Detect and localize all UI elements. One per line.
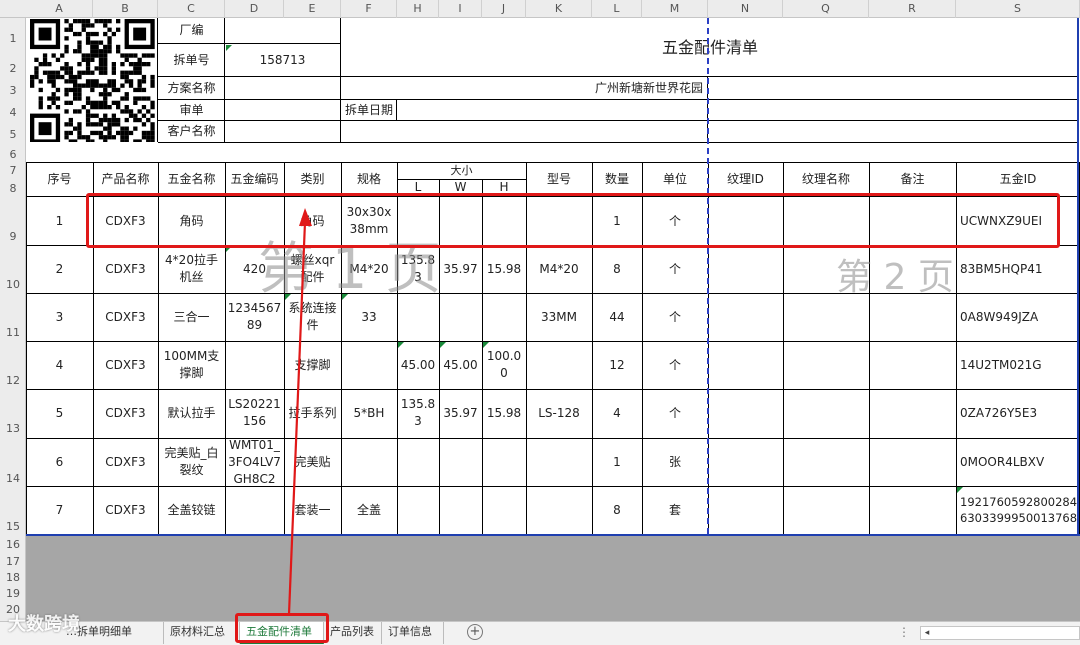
tab-order-info[interactable]: 订单信息 xyxy=(382,622,444,644)
annotation-arrow xyxy=(287,208,312,615)
site-watermark: 大数跨境 xyxy=(8,614,80,635)
tab-raw-material-summary[interactable]: 原材料汇总表 xyxy=(164,622,240,644)
more-options-icon[interactable]: ⋮ xyxy=(898,625,910,639)
tab-product-list[interactable]: 产品列表 xyxy=(324,622,382,644)
add-sheet-icon[interactable]: + xyxy=(467,624,483,640)
horizontal-scrollbar[interactable] xyxy=(920,626,1080,640)
scroll-left-icon[interactable]: ◂ xyxy=(921,627,933,639)
sheet-tab-bar: …拆单明细单 原材料汇总表 五金配件清单 产品列表 订单信息 xyxy=(0,621,1080,645)
active-tab-highlight-box xyxy=(235,613,329,643)
